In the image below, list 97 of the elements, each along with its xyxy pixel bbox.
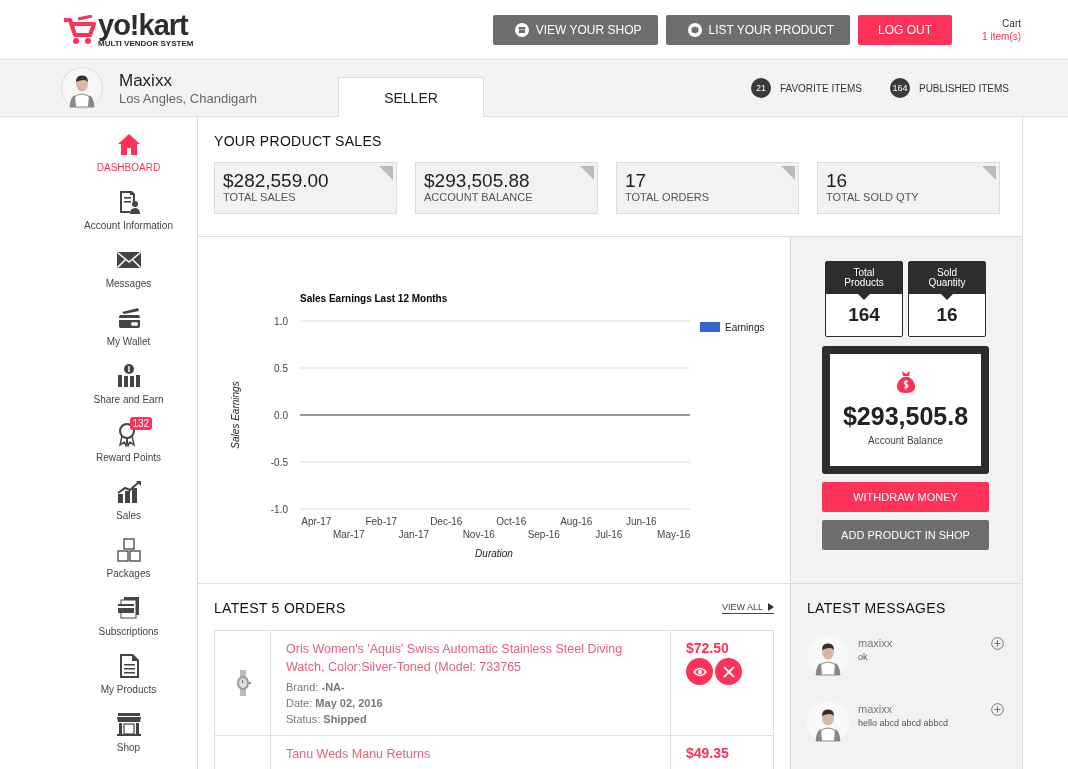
logo-name: yo!kart [98, 11, 190, 39]
x-axis-title: Duration [475, 548, 513, 559]
section-title: LATEST MESSAGES [807, 600, 947, 616]
sidebar-item[interactable]: Packages [60, 537, 197, 595]
stacked-cards-icon [115, 595, 142, 621]
stat-label: TOTAL SOLD QTY [826, 191, 920, 203]
y-tick-label: 1.0 [274, 316, 288, 327]
section-title: LATEST 5 ORDERS [214, 600, 346, 616]
view-all-link[interactable]: VIEW ALL [721, 602, 774, 614]
x-tick-label: Nov-16 [462, 529, 495, 540]
order-price: $72.50 [686, 640, 730, 656]
x-tick-label: Aug-16 [560, 516, 593, 527]
y-tick-label: -1.0 [270, 504, 288, 515]
stat-label: TOTAL ORDERS [625, 191, 711, 203]
view-button[interactable] [686, 658, 713, 685]
sidebar-item[interactable]: Shop [60, 711, 197, 769]
stat-value: 16 [936, 304, 958, 326]
cart-label[interactable]: Cart [1002, 16, 1021, 30]
x-tick-label: May-16 [657, 529, 691, 540]
sidebar-item[interactable]: DASHBOARD [60, 131, 197, 189]
count-badge: 21 [750, 78, 771, 98]
x-tick-label: Apr-17 [301, 516, 332, 527]
y-axis-title: Sales Earnings [230, 381, 241, 449]
y-tick-label: 0.0 [274, 410, 288, 421]
header-button[interactable]: LOG OUT [858, 14, 953, 45]
y-tick-label: 0.5 [274, 363, 288, 374]
avatar-icon [61, 67, 103, 109]
shop-icon [514, 22, 529, 37]
legend-swatch [700, 322, 720, 332]
order-detail: Status: Shipped [286, 712, 368, 727]
stat-label: Sold Quantity [927, 268, 967, 288]
sidebar-item[interactable]: My Products [60, 653, 197, 711]
sidebar-item[interactable]: Messages [60, 247, 197, 305]
balance-label: Account Balance [867, 435, 944, 446]
box-icon [687, 22, 702, 37]
y-tick-label: -0.5 [270, 457, 288, 468]
count-badge: 164 [889, 78, 910, 98]
user-location: Los Angles, Chandigarh [119, 90, 258, 106]
sidebar-item[interactable]: My Wallet [60, 305, 197, 363]
counter-label[interactable]: FAVORITE ITEMS [779, 82, 862, 94]
avatar-icon [807, 635, 849, 677]
corner-fold-icon [781, 166, 795, 180]
storefront-icon [115, 711, 142, 737]
section-title: YOUR PRODUCT SALES [214, 133, 383, 149]
corner-fold-icon [379, 166, 393, 180]
close-icon [722, 665, 735, 678]
x-tick-label: Jun-16 [625, 516, 657, 527]
message-text: hello abcd abcd abbcd [858, 718, 949, 728]
sidebar-item[interactable]: Subscriptions [60, 595, 197, 653]
stat-label: TOTAL SALES [223, 191, 297, 203]
stat-label: Total Products [843, 268, 885, 288]
boxes-icon [115, 537, 142, 563]
delete-button[interactable] [715, 658, 742, 685]
stat-value: 17 [625, 171, 648, 191]
withdraw-button[interactable]: WITHDRAW MONEY [822, 482, 989, 512]
header-button[interactable]: VIEW YOUR SHOP [492, 14, 658, 45]
message-text: ok [858, 652, 869, 662]
eye-icon [692, 666, 707, 677]
corner-fold-icon [982, 166, 996, 180]
chart-up-icon [115, 479, 142, 505]
stat-value: 164 [848, 304, 880, 326]
sidebar-item[interactable]: Sales [60, 479, 197, 537]
coin-bars-icon [115, 363, 142, 389]
x-tick-label: Dec-16 [430, 516, 463, 527]
x-tick-label: Jan-17 [398, 529, 430, 540]
x-tick-label: Jul-16 [595, 529, 623, 540]
money-bag-icon [894, 370, 917, 394]
stat-value: 16 [826, 171, 849, 191]
plus-circle-icon[interactable] [991, 703, 1004, 716]
sender-name: maxixx [858, 703, 894, 715]
stat-label: ACCOUNT BALANCE [424, 191, 534, 203]
add-product-button[interactable]: ADD PRODUCT IN SHOP [822, 520, 989, 550]
x-tick-label: Sep-16 [527, 529, 560, 540]
seller-tab[interactable]: SELLER [338, 77, 484, 117]
avatar-icon [807, 701, 849, 743]
sender-name: maxixx [858, 637, 893, 649]
legend-label: Earnings [725, 322, 765, 333]
plus-circle-icon[interactable] [991, 637, 1004, 650]
chart-title: Sales Earnings Last 12 Months [300, 293, 448, 304]
x-tick-label: Oct-16 [496, 516, 527, 527]
stat-value: $282,559.00 [223, 171, 330, 191]
x-tick-label: Feb-17 [365, 516, 398, 527]
header-button[interactable]: LIST YOUR PRODUCT [665, 14, 851, 45]
cart-logo-icon [62, 14, 96, 45]
order-detail: Date: May 02, 2016 [286, 696, 384, 711]
sidebar-item[interactable]: Account Information [60, 189, 197, 247]
order-price: $49.35 [686, 745, 730, 761]
balance-amount: $293,505.8 [842, 402, 969, 431]
points-badge: 132 [129, 417, 153, 430]
cart-count[interactable]: 1 item(s) [982, 29, 1021, 43]
x-tick-label: Mar-17 [332, 529, 365, 540]
order-detail: Brand: -NA- [286, 680, 346, 695]
stat-value: $293,505.88 [424, 171, 531, 191]
corner-fold-icon [580, 166, 594, 180]
user-name: Maxixx [119, 70, 173, 91]
counter-label[interactable]: PUBLISHED ITEMS [918, 82, 1009, 94]
caret-icon [768, 603, 774, 611]
